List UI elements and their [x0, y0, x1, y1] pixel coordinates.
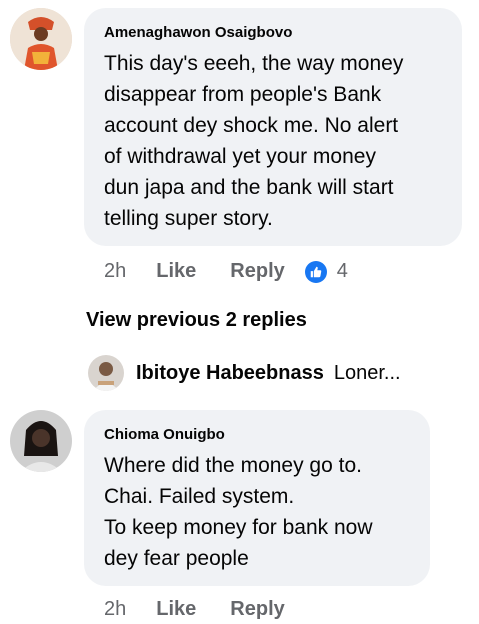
avatar-image: [10, 8, 72, 70]
comment-author[interactable]: Amenaghawon Osaigbovo: [104, 24, 292, 41]
avatar-image: [88, 355, 124, 391]
comment-text: This day's eeeh, the way money disappear…: [104, 48, 403, 234]
comment-text-line: account dey shock me. No alert: [104, 114, 399, 137]
reply-snippet: Loner...: [333, 361, 401, 384]
like-button[interactable]: Like: [156, 598, 196, 621]
comment-author[interactable]: Chioma Onuigbo: [104, 426, 225, 443]
comment-text: Where did the money go to. Chai. Failed …: [104, 450, 373, 574]
comment-time[interactable]: 2h: [104, 598, 126, 621]
comment-text-line: telling super story.: [104, 207, 273, 230]
comment-text-line: disappear from people's Bank: [104, 83, 382, 106]
comment-actions-2: 2h Like Reply: [104, 598, 285, 621]
reply-button[interactable]: Reply: [230, 260, 284, 283]
like-button[interactable]: Like: [156, 260, 196, 283]
comment-time[interactable]: 2h: [104, 260, 126, 283]
reply-button[interactable]: Reply: [230, 598, 284, 621]
reaction-count[interactable]: 4: [337, 260, 348, 283]
view-previous-replies-link[interactable]: View previous 2 replies: [86, 309, 307, 332]
avatar-image: [10, 410, 72, 472]
reply-preview[interactable]: Ibitoye Habeebnass Loner...: [88, 355, 401, 391]
comment-actions-1: 2h Like Reply 4: [104, 260, 348, 283]
comment-text-line: To keep money for bank now: [104, 516, 373, 539]
avatar-chioma[interactable]: [10, 410, 72, 472]
comment-bubble-2[interactable]: Chioma Onuigbo Where did the money go to…: [84, 410, 430, 586]
comment-bubble-1[interactable]: Amenaghawon Osaigbovo This day's eeeh, t…: [84, 8, 462, 246]
comment-text-line: of withdrawal yet your money: [104, 145, 376, 168]
avatar-ibitoye: [88, 355, 124, 391]
comment-text-line: dey fear people: [104, 547, 249, 570]
comment-text-line: Where did the money go to.: [104, 454, 362, 477]
comment-text-line: dun japa and the bank will start: [104, 176, 394, 199]
comment-text-line: This day's eeeh, the way money: [104, 52, 404, 75]
avatar-amenaghawon[interactable]: [10, 8, 72, 70]
reply-author[interactable]: Ibitoye Habeebnass: [136, 362, 324, 385]
thumbs-up-icon[interactable]: [304, 260, 327, 283]
comment-text-line: Chai. Failed system.: [104, 485, 295, 508]
